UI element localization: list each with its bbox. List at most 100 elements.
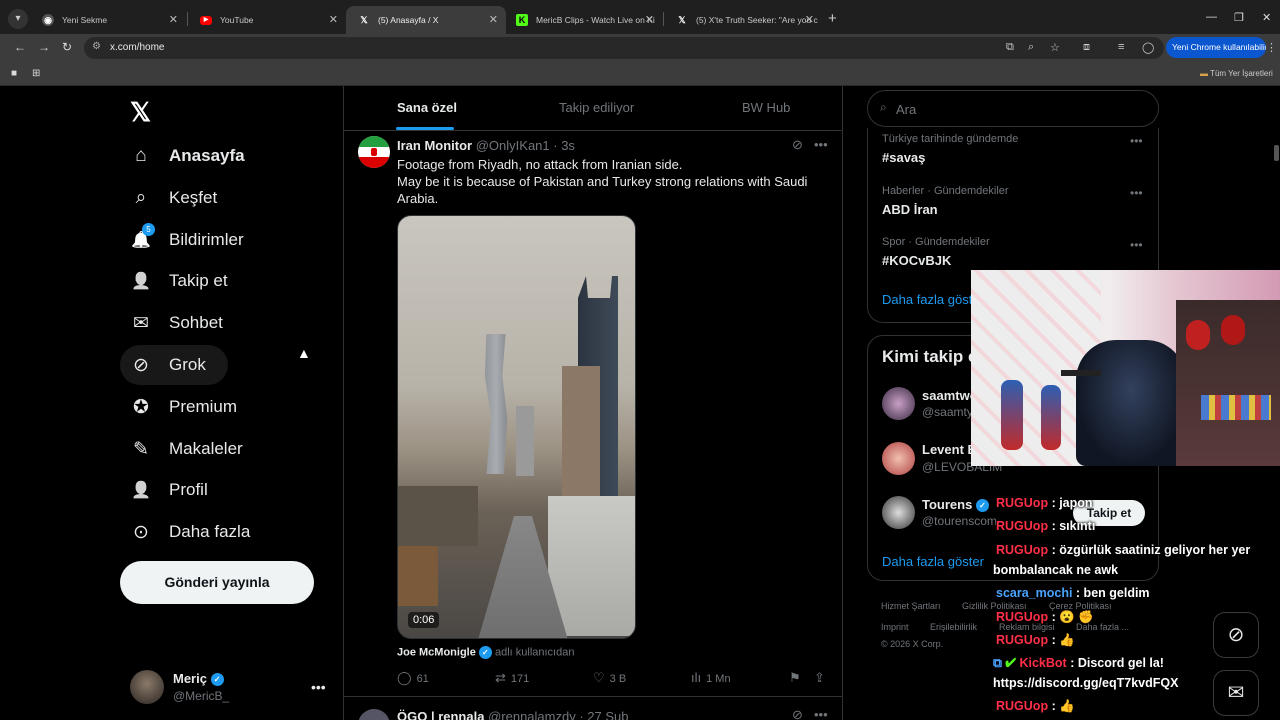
tweet-video[interactable]: 0:06 <box>397 215 636 639</box>
nav-more[interactable]: ⊙ Daha fazla <box>120 512 250 552</box>
close-icon[interactable]: ✕ <box>489 13 498 26</box>
trend-name[interactable]: ABD İran <box>882 202 938 217</box>
chat-message: RUGUop : sıkıntı <box>996 519 1095 533</box>
minimize-button[interactable]: — <box>1206 11 1217 23</box>
install-app-icon[interactable]: ⧉ <box>1006 41 1014 54</box>
bookmark-star-icon[interactable]: ☆ <box>1050 41 1060 54</box>
nav-chat[interactable]: ✉ Sohbet <box>120 303 223 343</box>
grok-float-button[interactable]: ⊘ <box>1213 612 1259 658</box>
messages-float-button[interactable]: ✉ <box>1213 670 1259 716</box>
tab-x-home[interactable]: 𝕏 (5) Anasayfa / X ✕ <box>346 6 506 34</box>
menu-icon[interactable]: ⋮ <box>1266 41 1277 54</box>
tab-kick-clips[interactable]: K MericB Clips - Watch Live on Ki ✕ <box>504 6 662 34</box>
extensions-icon[interactable]: ⧈ <box>1083 41 1090 54</box>
chat-username: RUGUop <box>996 519 1049 533</box>
tab-youtube[interactable]: ▶ YouTube ✕ <box>188 6 346 34</box>
views-button[interactable]: ılı 1 Mn <box>691 670 731 685</box>
nav-premium[interactable]: ✪ Premium <box>120 387 237 427</box>
zoom-icon[interactable]: ⌕ <box>1028 41 1034 54</box>
timeline: Sana özel Takip ediliyor BW Hub Iran Mon… <box>343 86 843 720</box>
tweet-author[interactable]: ÖGO | rennala @rennalamzdy · 27 Şub <box>397 709 628 720</box>
chat-username: scara_mochi <box>996 586 1073 600</box>
like-button[interactable]: ♡ 3 B <box>593 670 626 686</box>
nav-label: Sohbet <box>169 313 223 332</box>
notification-badge: 5 <box>142 223 155 236</box>
tab-following[interactable]: Takip ediliyor <box>559 100 634 115</box>
close-icon[interactable]: ✕ <box>805 13 814 26</box>
tab-new-tab[interactable]: ◉ Yeni Sekme ✕ <box>30 6 186 34</box>
who-to-follow-show-more-link[interactable]: Daha fazla göster <box>882 554 984 569</box>
share-button[interactable]: ⇪ <box>814 670 830 686</box>
tab-for-you[interactable]: Sana özel <box>397 100 457 115</box>
nav-grok[interactable]: ⊘ Grok <box>120 345 228 385</box>
post-button[interactable]: Gönderi yayınla <box>120 561 314 604</box>
tweet[interactable]: ÖGO | rennala @rennalamzdy · 27 Şub ⊘ ••… <box>344 696 842 720</box>
more-options-icon[interactable]: ••• <box>814 707 828 720</box>
back-button[interactable]: ← <box>14 40 26 54</box>
tab-x-truth-seeker[interactable]: 𝕏 (5) X'te Truth Seeker: "Are you c ✕ <box>664 6 822 34</box>
tweet-text: Footage from Riyadh, no attack from Iran… <box>397 156 817 207</box>
avatar[interactable] <box>882 387 915 420</box>
tab-bw-hub[interactable]: BW Hub <box>742 100 790 115</box>
bookmark-app-icon[interactable]: ■ <box>11 68 17 79</box>
nav-home[interactable]: ⌂ Anasayfa <box>120 136 244 176</box>
footer-link[interactable]: Hizmet Şartları <box>881 601 941 611</box>
nav-articles[interactable]: ✎ Makaleler <box>120 429 243 469</box>
close-window-button[interactable]: ✕ <box>1262 11 1271 24</box>
chrome-update-button[interactable]: Yeni Chrome kullanılabilir <box>1166 37 1266 58</box>
close-icon[interactable]: ✕ <box>169 13 178 26</box>
account-menu-icon[interactable]: ••• <box>311 679 326 695</box>
avatar[interactable] <box>130 670 164 704</box>
restore-button[interactable]: ❐ <box>1234 11 1244 24</box>
more-options-icon[interactable]: ••• <box>814 137 828 152</box>
trend-name[interactable]: #savaş <box>882 150 925 165</box>
grok-icon[interactable]: ⊘ <box>792 707 803 720</box>
repost-button[interactable]: ⇄ 171 <box>495 670 529 686</box>
author-name: ÖGO | rennala <box>397 709 485 720</box>
like-count: 3 B <box>609 673 627 685</box>
grok-icon[interactable]: ⊘ <box>792 137 803 153</box>
media-controls-icon[interactable]: ≡ <box>1118 41 1124 53</box>
x-logo-icon[interactable]: 𝕏 <box>130 97 151 128</box>
more-options-icon[interactable]: ••• <box>1130 186 1143 200</box>
scrollbar[interactable] <box>1274 145 1279 161</box>
nav-explore[interactable]: ⌕ Keşfet <box>120 178 218 218</box>
nav-profile[interactable]: 👤 Profil <box>120 470 208 510</box>
forward-button[interactable]: → <box>38 40 50 54</box>
more-icon: ⊙ <box>133 521 149 543</box>
mouse-cursor-icon: ▲ <box>297 345 311 361</box>
more-options-icon[interactable]: ••• <box>1130 134 1143 148</box>
reload-button[interactable]: ↻ <box>62 40 72 54</box>
new-tab-button[interactable]: + <box>828 10 837 27</box>
video-credit[interactable]: Joe McMonigle ✓ adlı kullanıcıdan <box>397 646 574 659</box>
tweet-author[interactable]: Iran Monitor @OnlyIKan1 · 3s <box>397 138 575 153</box>
follow-user-name[interactable]: Tourens ✓ <box>922 497 989 513</box>
bookmark-button[interactable]: ⚑ <box>789 670 806 686</box>
avatar[interactable] <box>882 442 915 475</box>
nav-follow[interactable]: 👤 Takip et <box>120 261 228 301</box>
apps-grid-icon[interactable]: ⊞ <box>32 68 40 79</box>
tab-search-button[interactable]: ▾ <box>8 9 28 29</box>
address-bar[interactable]: ⚙ x.com/home <box>84 37 1164 59</box>
close-icon[interactable]: ✕ <box>329 13 338 26</box>
follow-user-name[interactable]: Levent B <box>922 442 977 457</box>
footer-link[interactable]: Imprint <box>881 622 909 632</box>
avatar[interactable] <box>358 709 390 720</box>
all-bookmarks[interactable]: ▬ Tüm Yer İşaretleri <box>1200 69 1273 78</box>
nav-notifications[interactable]: 🔔 5 Bildirimler <box>120 220 244 260</box>
nav-label: Grok <box>169 355 206 374</box>
follow-user-name[interactable]: saamtwo <box>922 388 978 403</box>
account-name[interactable]: Meriç ✓ <box>173 671 224 687</box>
trends-show-more-link[interactable]: Daha fazla göster <box>882 292 984 307</box>
avatar[interactable] <box>882 496 915 529</box>
reply-button[interactable]: ◯ 61 <box>397 670 429 686</box>
search-input[interactable]: ⌕ Ara <box>867 90 1159 127</box>
profile-icon[interactable]: ◯ <box>1142 41 1154 54</box>
site-info-icon[interactable]: ⚙ <box>92 41 101 52</box>
trend-name[interactable]: #KOCvBJK <box>882 253 951 268</box>
more-options-icon[interactable]: ••• <box>1130 238 1143 252</box>
home-icon: ⌂ <box>135 145 147 166</box>
close-icon[interactable]: ✕ <box>645 13 654 26</box>
iran-flag-avatar[interactable] <box>358 136 390 168</box>
footer-link[interactable]: Erişilebilirlik <box>930 622 977 632</box>
